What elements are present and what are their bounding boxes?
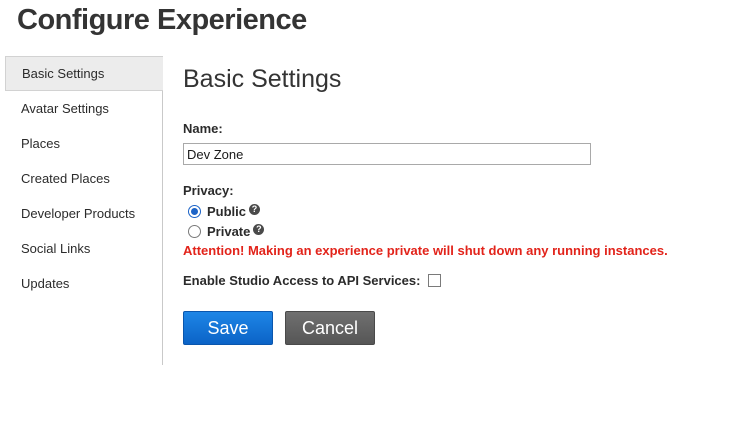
sidebar-item-updates[interactable]: Updates	[5, 266, 162, 301]
name-input[interactable]	[183, 143, 591, 165]
studio-access-checkbox[interactable]	[428, 274, 442, 287]
private-radio[interactable]	[188, 224, 201, 238]
studio-access-label: Enable Studio Access to API Services:	[183, 273, 421, 288]
sidebar-item-developer-products[interactable]: Developer Products	[5, 196, 162, 231]
sidebar-item-places[interactable]: Places	[5, 126, 162, 161]
public-radio[interactable]	[188, 204, 201, 218]
privacy-label: Privacy:	[183, 183, 234, 198]
privacy-warning: Attention! Making an experience private …	[183, 243, 668, 258]
public-label: Public	[207, 203, 247, 219]
privacy-option-private[interactable]: Private ?	[188, 222, 265, 240]
page-title: Configure Experience	[17, 4, 307, 36]
name-label: Name:	[183, 121, 223, 136]
sidebar-item-social-links[interactable]: Social Links	[5, 231, 162, 266]
sidebar-item-created-places[interactable]: Created Places	[5, 161, 162, 196]
cancel-button[interactable]: Cancel	[285, 311, 375, 345]
sidebar-item-avatar-settings[interactable]: Avatar Settings	[5, 91, 162, 126]
sidebar-nav: Basic Settings Avatar Settings Places Cr…	[5, 56, 163, 365]
sidebar-item-basic-settings[interactable]: Basic Settings	[5, 56, 163, 91]
studio-access-row: Enable Studio Access to API Services:	[183, 273, 442, 288]
help-icon[interactable]: ?	[249, 203, 261, 215]
save-button[interactable]: Save	[183, 311, 273, 345]
private-label: Private	[207, 223, 251, 239]
settings-panel: Basic Settings Name: Privacy: Public ? P…	[183, 60, 743, 345]
help-icon[interactable]: ?	[253, 223, 265, 235]
privacy-option-public[interactable]: Public ?	[188, 202, 261, 220]
section-title: Basic Settings	[183, 65, 342, 93]
